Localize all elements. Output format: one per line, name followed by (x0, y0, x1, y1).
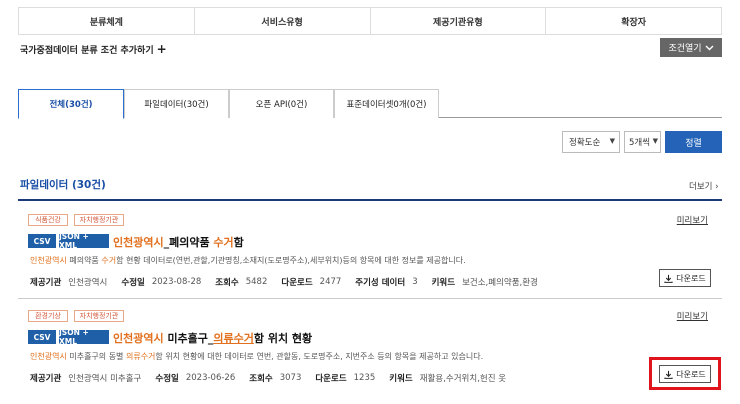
format-badge-csv: CSV (28, 330, 56, 344)
per-page-value: 5개씩 (629, 138, 651, 148)
section-title: 파일데이터 (30건) (20, 179, 106, 191)
open-condition-label: 조건열기 (668, 44, 702, 54)
add-condition-link[interactable]: 국가중점데이터 분류 조건 추가하기 + (20, 43, 167, 56)
item-divider (18, 298, 722, 299)
format-badge-json-xml: JSON + XML (59, 328, 109, 346)
tab-all[interactable]: 전체(30건) (18, 89, 124, 119)
list-item: 환경기상 자치행정기관 미리보기 CSV JSON + XML 인천광역시 미추… (18, 310, 722, 390)
sort-order-value: 정확도순 (569, 138, 601, 148)
item-meta: 제공기관 인천광역시 미추홀구 수정일 2023-06-26 조회수 3073 다운로… (30, 373, 507, 384)
chevron-down-icon (705, 45, 714, 50)
category-badge: 식품건강 (28, 214, 68, 226)
format-badge-json-xml: JSON + XML (59, 232, 109, 250)
format-badge-csv: CSV (28, 234, 56, 248)
item-meta: 제공기관 인천광역시 수정일 2023-08-28 조회수 5482 다운로드 2477… (30, 277, 538, 288)
filter-tab-provider-type[interactable]: 제공기관유형 (371, 8, 547, 34)
tab-file-data[interactable]: 파일데이터(30건) (124, 89, 229, 118)
chevron-down-icon: ▼ (609, 137, 615, 145)
section-divider (18, 199, 722, 201)
agency-badge: 자치행정기관 (74, 310, 124, 322)
list-item: 식품건강 자치행정기관 미리보기 CSV JSON + XML 인천광역시_폐의… (18, 214, 722, 294)
more-link[interactable]: 더보기 › (689, 180, 719, 192)
plus-icon: + (156, 42, 167, 56)
download-icon (664, 274, 673, 283)
download-button[interactable]: 다운로드 (659, 269, 711, 287)
download-highlight-box (649, 357, 721, 390)
filter-tab-extension[interactable]: 확장자 (546, 8, 721, 34)
item-title[interactable]: 인천광역시_폐의약품 수거함 (113, 234, 244, 250)
per-page-select[interactable]: 5개씩 ▼ (624, 131, 661, 153)
category-badge: 환경기상 (28, 310, 68, 322)
item-description: 인천광역시 미추홀구의 동별 의류수거함 위치 현황에 대한 데이터로 연번, … (30, 352, 484, 361)
sort-order-select[interactable]: 정확도순 ▼ (562, 131, 620, 153)
chevron-down-icon: ▼ (652, 137, 658, 145)
open-condition-button[interactable]: 조건열기 (660, 38, 722, 57)
tab-standard-dataset[interactable]: 표준데이터셋0개(0건) (334, 89, 439, 118)
tab-open-api[interactable]: 오픈 API(0건) (229, 89, 334, 118)
filter-tab-service-type[interactable]: 서비스유형 (195, 8, 371, 34)
add-condition-label: 국가중점데이터 분류 조건 추가하기 (20, 46, 154, 56)
preview-link[interactable]: 미리보기 (677, 310, 708, 322)
filter-tab-classification[interactable]: 분류체계 (19, 8, 195, 34)
item-title[interactable]: 인천광역시 미추홀구_의류수거함 위치 현황 (113, 330, 312, 346)
data-type-tabs: 전체(30건) 파일데이터(30건) 오픈 API(0건) 표준데이터셋0개(0… (18, 89, 722, 119)
preview-link[interactable]: 미리보기 (677, 214, 708, 226)
classification-filter-bar: 분류체계 서비스유형 제공기관유형 확장자 (18, 7, 722, 35)
agency-badge: 자치행정기관 (74, 214, 124, 226)
sort-button[interactable]: 정렬 (665, 131, 722, 153)
item-description: 인천광역시 폐의약품 수거함 현황 데이터로(연번,관할,기관명칭,소재지(도로… (30, 256, 466, 265)
